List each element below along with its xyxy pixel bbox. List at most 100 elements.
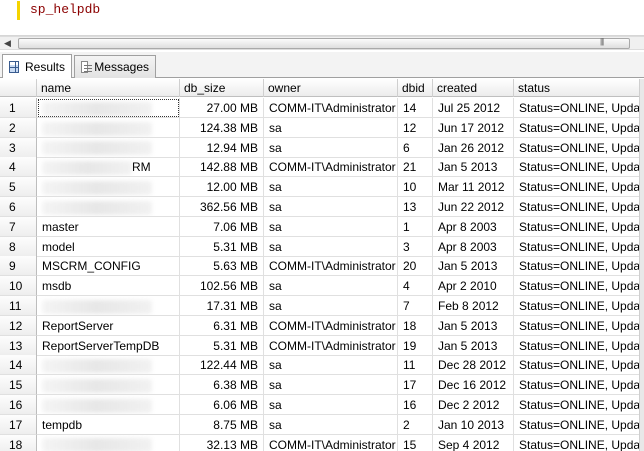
cell-dbid[interactable]: 4 — [398, 276, 433, 297]
row-number[interactable]: 14 — [0, 355, 37, 376]
cell-name[interactable]: ReportServerTempDB — [37, 335, 180, 356]
tab-results[interactable]: Results — [2, 54, 72, 78]
cell-owner[interactable]: sa — [264, 395, 398, 415]
cell-db-size[interactable]: 142.88 MB — [180, 157, 264, 178]
cell-dbid[interactable]: 16 — [398, 395, 433, 415]
cell-owner[interactable]: sa — [264, 355, 398, 376]
cell-owner[interactable]: COMM-IT\Administrator — [264, 315, 398, 336]
cell-db-size[interactable]: 6.31 MB — [180, 315, 264, 336]
row-number[interactable]: 7 — [0, 216, 37, 237]
cell-db-size[interactable]: 102.56 MB — [180, 276, 264, 297]
cell-created[interactable]: Dec 16 2012 — [433, 375, 514, 396]
cell-db-size[interactable]: 5.31 MB — [180, 236, 264, 257]
cell-created[interactable]: Jan 5 2013 — [433, 335, 514, 356]
cell-created[interactable]: Mar 11 2012 — [433, 177, 514, 198]
cell-created[interactable]: Jun 17 2012 — [433, 117, 514, 138]
row-number[interactable]: 12 — [0, 315, 37, 336]
column-header-created[interactable]: created — [433, 79, 514, 97]
cell-db-size[interactable]: 12.00 MB — [180, 177, 264, 198]
grid-vertical-scrollbar[interactable] — [639, 79, 644, 451]
cell-status[interactable]: Status=ONLINE, Update — [514, 157, 644, 178]
tab-messages[interactable]: Messages — [74, 55, 156, 78]
cell-status[interactable]: Status=ONLINE, Update — [514, 355, 644, 376]
cell-dbid[interactable]: 18 — [398, 315, 433, 336]
row-number[interactable]: 6 — [0, 197, 37, 217]
cell-created[interactable]: Jan 10 2013 — [433, 414, 514, 435]
row-number[interactable]: 13 — [0, 335, 37, 356]
cell-owner[interactable]: sa — [264, 216, 398, 237]
column-header-status[interactable]: status — [514, 79, 644, 97]
scrollbar-thumb[interactable] — [18, 38, 630, 49]
scroll-left-arrow-icon[interactable]: ◀ — [4, 38, 11, 49]
cell-name[interactable] — [37, 296, 180, 316]
table-row[interactable]: 6 362.56 MB sa 13 Jun 22 2012 Status=ONLINE, … — [0, 197, 644, 217]
row-number[interactable]: 15 — [0, 375, 37, 396]
cell-owner[interactable]: sa — [264, 296, 398, 316]
cell-owner[interactable]: COMM-IT\Administrator — [264, 256, 398, 277]
cell-name[interactable] — [37, 395, 180, 415]
cell-created[interactable]: Apr 8 2003 — [433, 236, 514, 257]
cell-db-size[interactable]: 17.31 MB — [180, 296, 264, 316]
table-row[interactable]: 7 master 7.06 MB sa 1 Apr 8 2003 Status=ONLINE… — [0, 216, 644, 237]
table-row[interactable]: 4 RM 142.88 MB COMM-IT\Administrator 21 Jan 5… — [0, 157, 644, 178]
cell-db-size[interactable]: 122.44 MB — [180, 355, 264, 376]
query-text[interactable]: sp_helpdb — [30, 2, 100, 17]
cell-status[interactable]: Status=ONLINE, Update — [514, 434, 644, 451]
row-number[interactable]: 11 — [0, 296, 37, 316]
table-row[interactable]: 15 6.38 MB sa 17 Dec 16 2012 Status=ONLINE, U… — [0, 375, 644, 396]
cell-status[interactable]: Status=ONLINE, Update — [514, 276, 644, 297]
table-row[interactable]: 18 32.13 MB COMM-IT\Administrator 15 Sep 4 2… — [0, 434, 644, 451]
cell-created[interactable]: Jun 22 2012 — [433, 197, 514, 217]
cell-name[interactable]: tempdb — [37, 414, 180, 435]
cell-owner[interactable]: sa — [264, 137, 398, 158]
cell-name[interactable] — [37, 177, 180, 198]
cell-name[interactable] — [37, 355, 180, 376]
cell-owner[interactable]: sa — [264, 177, 398, 198]
cell-status[interactable]: Status=ONLINE, Update — [514, 177, 644, 198]
cell-db-size[interactable]: 27.00 MB — [180, 98, 264, 118]
cell-created[interactable]: Apr 2 2010 — [433, 276, 514, 297]
cell-status[interactable]: Status=ONLINE, Update — [514, 216, 644, 237]
cell-created[interactable]: Apr 8 2003 — [433, 216, 514, 237]
cell-name[interactable]: ReportServer — [37, 315, 180, 336]
table-row[interactable]: 9 MSCRM_CONFIG 5.63 MB COMM-IT\Administrato… — [0, 256, 644, 277]
cell-created[interactable]: Dec 2 2012 — [433, 395, 514, 415]
cell-name[interactable] — [37, 98, 180, 118]
cell-status[interactable]: Status=ONLINE, Update — [514, 197, 644, 217]
cell-status[interactable]: Status=ONLINE, Update — [514, 395, 644, 415]
cell-status[interactable]: Status=ONLINE, Update — [514, 256, 644, 277]
table-row[interactable]: 12 ReportServer 6.31 MB COMM-IT\Administrat… — [0, 315, 644, 336]
row-number[interactable]: 17 — [0, 414, 37, 435]
cell-owner[interactable]: COMM-IT\Administrator — [264, 434, 398, 451]
row-number-header[interactable] — [0, 79, 37, 97]
cell-name[interactable]: MSCRM_CONFIG — [37, 256, 180, 277]
cell-dbid[interactable]: 6 — [398, 137, 433, 158]
cell-created[interactable]: Jan 26 2012 — [433, 137, 514, 158]
cell-status[interactable]: Status=ONLINE, Update — [514, 315, 644, 336]
cell-dbid[interactable]: 14 — [398, 98, 433, 118]
cell-created[interactable]: Dec 28 2012 — [433, 355, 514, 376]
table-row[interactable]: 5 12.00 MB sa 10 Mar 11 2012 Status=ONLINE, U… — [0, 177, 644, 198]
cell-name[interactable]: model — [37, 236, 180, 257]
cell-name[interactable]: master — [37, 216, 180, 237]
cell-dbid[interactable]: 2 — [398, 414, 433, 435]
row-number[interactable]: 4 — [0, 157, 37, 178]
cell-owner[interactable]: sa — [264, 197, 398, 217]
table-row[interactable]: 11 17.31 MB sa 7 Feb 8 2012 Status=ONLINE, Up… — [0, 296, 644, 316]
cell-status[interactable]: Status=ONLINE, Update — [514, 117, 644, 138]
column-header-owner[interactable]: owner — [264, 79, 398, 97]
cell-db-size[interactable]: 362.56 MB — [180, 197, 264, 217]
cell-name[interactable] — [37, 434, 180, 451]
cell-db-size[interactable]: 124.38 MB — [180, 117, 264, 138]
table-row[interactable]: 2 124.38 MB sa 12 Jun 17 2012 Status=ONLINE, … — [0, 117, 644, 138]
cell-dbid[interactable]: 7 — [398, 296, 433, 316]
cell-db-size[interactable]: 8.75 MB — [180, 414, 264, 435]
query-editor[interactable]: sp_helpdb — [0, 0, 644, 36]
table-row[interactable]: 16 6.06 MB sa 16 Dec 2 2012 Status=ONLINE, Up… — [0, 395, 644, 415]
cell-dbid[interactable]: 17 — [398, 375, 433, 396]
cell-created[interactable]: Sep 4 2012 — [433, 434, 514, 451]
cell-owner[interactable]: sa — [264, 276, 398, 297]
cell-created[interactable]: Jan 5 2013 — [433, 256, 514, 277]
table-row[interactable]: 14 122.44 MB sa 11 Dec 28 2012 Status=ONLINE,… — [0, 355, 644, 376]
cell-owner[interactable]: COMM-IT\Administrator — [264, 335, 398, 356]
